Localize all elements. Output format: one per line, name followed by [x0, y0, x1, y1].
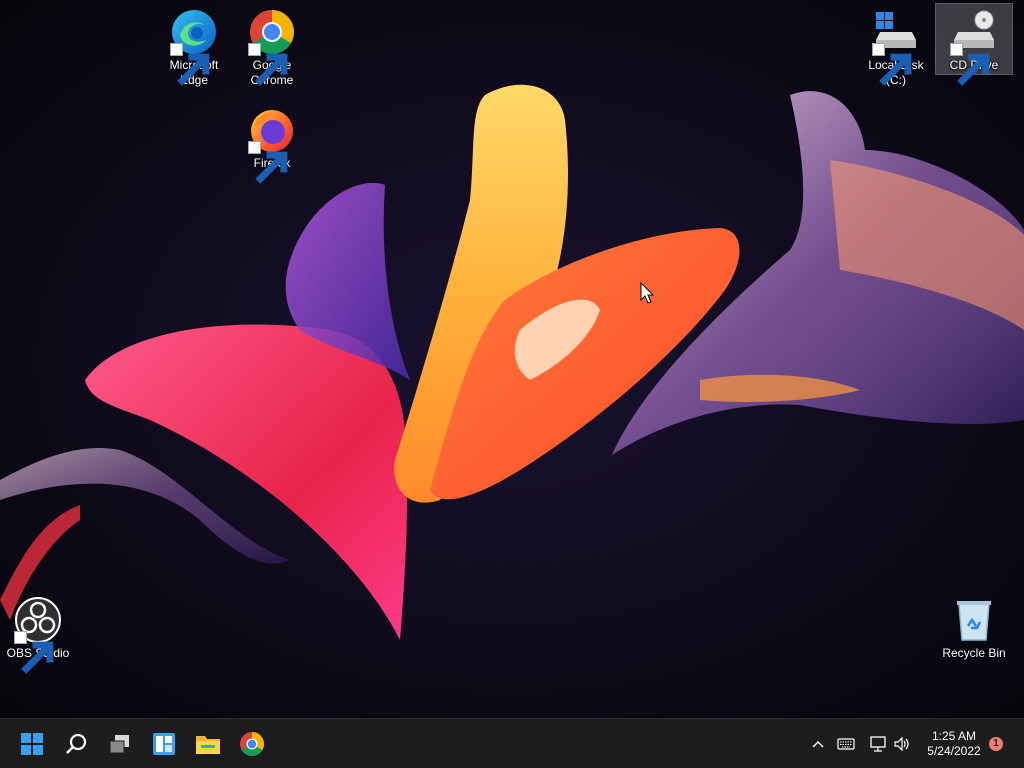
shortcut-arrow-icon	[170, 43, 210, 86]
desktop-icon-chrome[interactable]: Google Chrome	[234, 4, 310, 88]
file-explorer-button[interactable]	[191, 727, 225, 761]
taskbar-chrome-button[interactable]	[235, 727, 269, 761]
desktop-icon-firefox[interactable]: Firefox	[234, 102, 310, 184]
clock-date: 5/24/2022	[927, 744, 981, 758]
desktop-icon-local-disk[interactable]: Local Disk (C:)	[858, 4, 934, 88]
keyboard-icon	[837, 738, 855, 750]
desktop-icon-obs[interactable]: OBS Studio	[0, 592, 76, 674]
shortcut-arrow-icon	[248, 141, 288, 184]
start-button[interactable]	[15, 727, 49, 761]
input-indicator-button[interactable]	[836, 734, 856, 754]
desktop-icon-edge[interactable]: Microsoft Edge	[156, 4, 232, 88]
desktop-icon-recycle-bin[interactable]: Recycle Bin	[936, 592, 1012, 661]
start-icon	[21, 733, 43, 755]
recycle-bin-icon	[957, 601, 991, 641]
search-icon	[66, 733, 87, 754]
widgets-icon	[153, 733, 175, 755]
shortcut-arrow-icon	[248, 43, 288, 86]
shortcut-arrow-icon	[950, 43, 990, 86]
volume-icon	[894, 736, 909, 752]
show-hidden-icons-button[interactable]	[808, 734, 828, 754]
widgets-button[interactable]	[147, 727, 181, 761]
desktop-wallpaper	[0, 0, 1024, 718]
clock-time: 1:25 AM	[931, 729, 977, 743]
system-clock[interactable]: 1:25 AM 5/24/2022	[918, 729, 990, 759]
task-view-icon	[109, 735, 129, 754]
mouse-cursor-icon	[640, 282, 654, 304]
desktop-icon-label: Recycle Bin	[942, 646, 1006, 660]
chevron-up-icon	[812, 740, 824, 748]
network-icon	[870, 736, 886, 752]
shortcut-arrow-icon	[14, 631, 54, 674]
notification-badge[interactable]: 1	[989, 737, 1003, 751]
volume-button[interactable]	[892, 734, 912, 754]
taskbar: 1:25 AM 5/24/2022 1	[0, 718, 1024, 768]
shortcut-arrow-icon	[872, 43, 912, 86]
file-explorer-icon	[196, 736, 220, 754]
network-button[interactable]	[868, 734, 888, 754]
task-view-button[interactable]	[103, 727, 137, 761]
search-button[interactable]	[59, 727, 93, 761]
desktop-icon-cd-drive[interactable]: CD Drive	[935, 3, 1013, 86]
chrome-icon	[240, 732, 265, 757]
